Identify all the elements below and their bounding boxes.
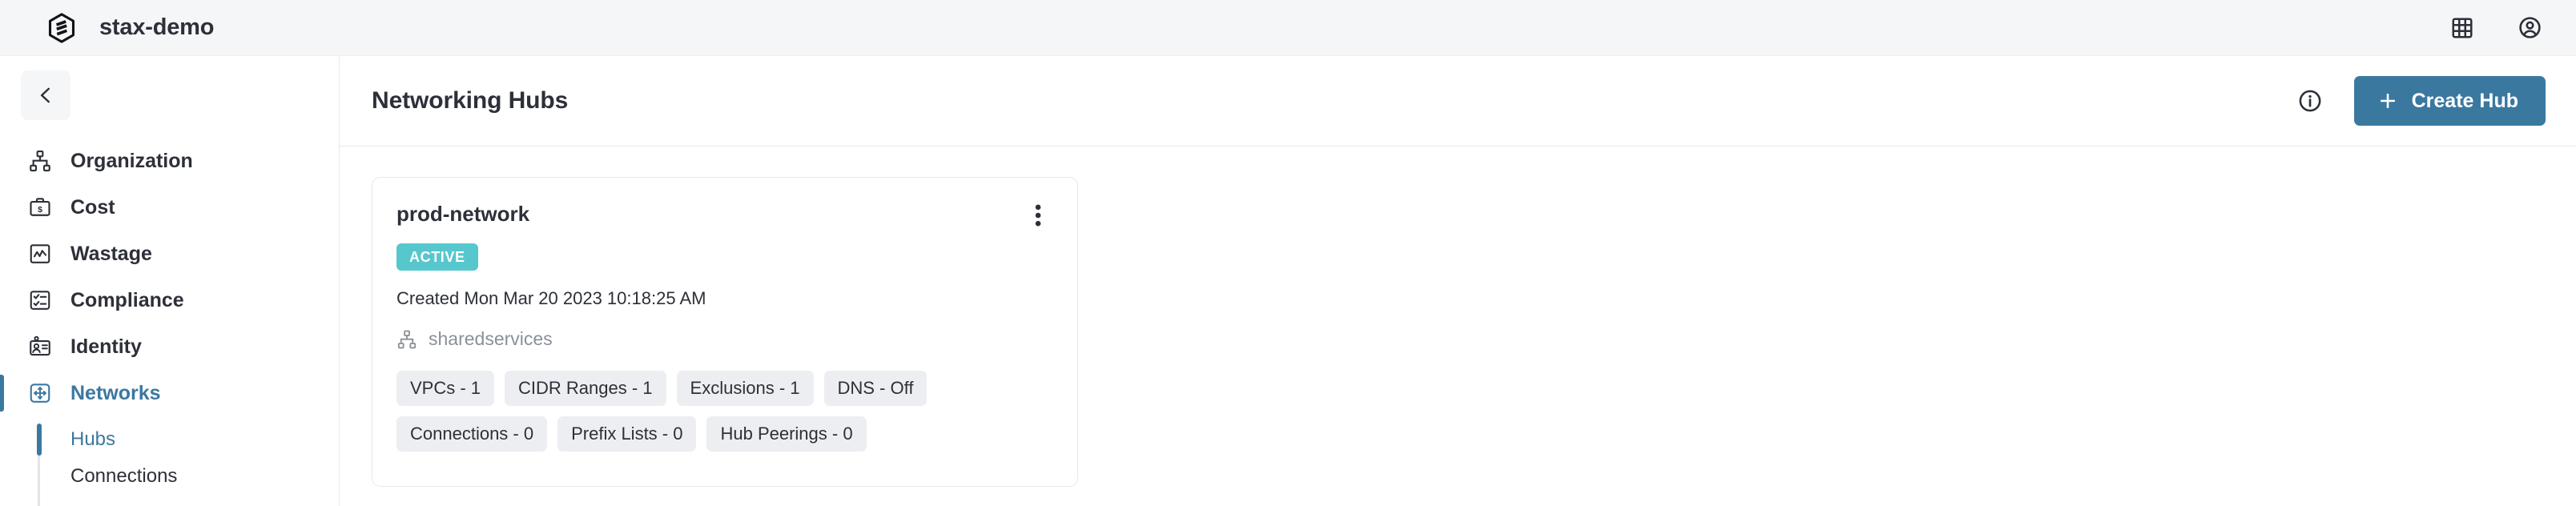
hub-tag: CIDR Ranges - 1 [505,371,666,406]
network-move-arrows-icon [27,380,53,406]
topbar-actions [2446,12,2546,44]
top-bar: stax-demo [0,0,2576,56]
info-button[interactable] [2293,84,2327,118]
svg-text:$: $ [38,205,42,215]
sidebar-item-identity[interactable]: Identity [0,323,339,370]
hub-account-label: sharedservices [429,328,553,349]
sidebar: Organization $ Cost Wastage Compliance I… [0,56,340,506]
page-header: Networking Hubs Create Hub [340,56,2576,147]
sidebar-nav-list: Organization $ Cost Wastage Compliance I… [0,138,339,416]
sidebar-collapse-button[interactable] [21,70,70,120]
sidebar-subnav-networks: Hubs Connections [0,421,339,506]
info-circle-icon [2299,90,2321,112]
hub-card-menu-button[interactable] [1026,202,1050,229]
sidebar-item-label: Cost [70,195,115,219]
sidebar-item-compliance[interactable]: Compliance [0,277,339,323]
organization-hierarchy-icon [27,148,53,174]
sidebar-item-label: Compliance [70,288,184,311]
organization-hierarchy-icon [397,330,417,348]
hub-tag: Exclusions - 1 [676,371,814,406]
hub-cards-area: prod-network ACTIVE Created Mon Mar 20 2… [340,147,2576,506]
sidebar-subitem-connections[interactable]: Connections [0,458,339,495]
sidebar-item-organization[interactable]: Organization [0,138,339,184]
id-card-icon [27,334,53,359]
account-circle-icon [2518,17,2541,38]
briefcase-dollar-icon: $ [27,195,53,220]
hub-created-timestamp: Created Mon Mar 20 2023 10:18:25 AM [396,288,706,308]
hub-account: sharedservices [396,328,1050,350]
sidebar-item-cost[interactable]: $ Cost [0,184,339,231]
hub-card-header: prod-network [396,202,1050,229]
stax-hexagon-logo-icon [48,12,75,43]
main-content: Networking Hubs Create Hub prod-network … [340,56,2576,506]
sidebar-item-wastage[interactable]: Wastage [0,231,339,277]
hub-tag: VPCs - 1 [396,371,495,406]
sidebar-item-networks[interactable]: Networks [0,370,339,416]
sidebar-item-label: Wastage [70,242,152,265]
sidebar-item-label: Identity [70,335,142,358]
hub-tag-row: Connections - 0 Prefix Lists - 0 Hub Pee… [396,416,1050,452]
hub-card[interactable]: prod-network ACTIVE Created Mon Mar 20 2… [372,177,1078,487]
create-hub-label: Create Hub [2411,89,2518,112]
hub-tag: Connections - 0 [396,416,548,452]
brand[interactable]: stax-demo [46,12,215,43]
sidebar-item-label: Networks [70,381,161,404]
plus-icon [2380,94,2395,108]
chevron-left-icon [40,87,50,103]
hub-tag-row: VPCs - 1 CIDR Ranges - 1 Exclusions - 1 … [396,371,1050,406]
sidebar-subitem-hubs[interactable]: Hubs [0,421,339,458]
org-name: stax-demo [99,14,215,40]
header-actions: Create Hub [2293,76,2546,126]
grid-apps-icon [2452,18,2473,38]
body-wrapper: Organization $ Cost Wastage Compliance I… [0,56,2576,506]
hub-tag-rows: VPCs - 1 CIDR Ranges - 1 Exclusions - 1 … [396,371,1050,452]
hub-card-title: prod-network [396,202,530,226]
account-button[interactable] [2514,12,2546,44]
sidebar-item-label: Organization [70,149,193,172]
create-hub-button[interactable]: Create Hub [2353,76,2546,126]
chart-line-box-icon [27,241,53,267]
hub-tag: Hub Peerings - 0 [706,416,867,452]
kebab-vertical-icon [1035,204,1041,227]
page-title: Networking Hubs [372,87,569,114]
apps-grid-button[interactable] [2446,12,2478,44]
hub-tag: DNS - Off [823,371,928,406]
status-badge: ACTIVE [396,243,478,271]
checklist-box-icon [27,287,53,313]
hub-tag: Prefix Lists - 0 [557,416,697,452]
